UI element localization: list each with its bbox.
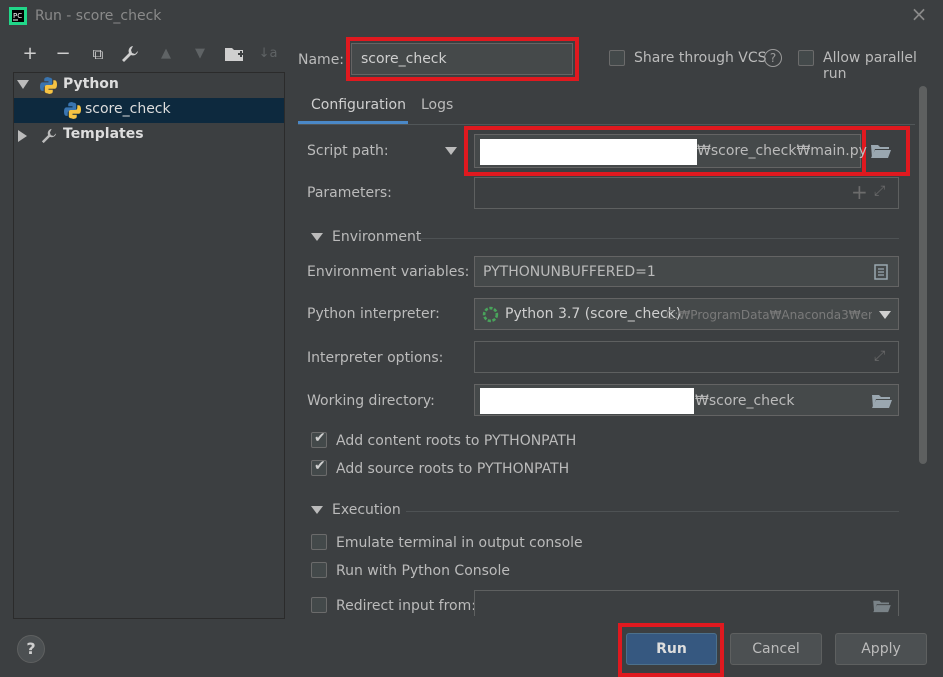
- script-type-dropdown-icon[interactable]: [445, 147, 457, 155]
- redirect-input-label: Redirect input from:: [336, 598, 476, 614]
- parameters-label: Parameters:: [307, 185, 392, 201]
- apply-button[interactable]: Apply: [835, 633, 927, 665]
- tab-configuration[interactable]: Configuration: [311, 97, 406, 113]
- tree-item-label: Templates: [63, 126, 144, 142]
- help-small-icon[interactable]: ?: [764, 49, 782, 67]
- execution-section-title: Execution: [332, 502, 401, 518]
- run-button[interactable]: Run: [626, 633, 717, 665]
- tree-item-label: Python: [63, 76, 119, 92]
- add-icon[interactable]: +: [18, 42, 42, 66]
- add-content-roots-checkbox[interactable]: ✔: [311, 430, 327, 448]
- expand-icon[interactable]: ⤢: [874, 348, 885, 364]
- expand-triangle-icon[interactable]: [17, 80, 29, 89]
- checkmark-icon: ✔: [314, 430, 326, 446]
- remove-icon[interactable]: −: [51, 42, 75, 66]
- loading-spinner-icon: [482, 306, 499, 323]
- folder-add-icon[interactable]: [225, 46, 245, 62]
- name-input[interactable]: score_check: [351, 43, 573, 75]
- emulate-terminal-label: Emulate terminal in output console: [336, 535, 583, 551]
- redirect-input-checkbox[interactable]: [311, 597, 327, 613]
- python-icon: [64, 102, 81, 119]
- section-divider: [406, 511, 899, 512]
- parameters-input[interactable]: + ⤢: [474, 177, 899, 209]
- collapse-triangle-icon[interactable]: [18, 130, 27, 142]
- env-vars-value: PYTHONUNBUFFERED=1: [483, 264, 656, 280]
- interpreter-label: Python interpreter:: [307, 306, 440, 322]
- window-title: Run - score_check: [35, 8, 162, 24]
- interpreter-select[interactable]: Python 3.7 (score_check) C:₩ProgramData₩…: [474, 298, 899, 330]
- name-label: Name:: [298, 52, 345, 68]
- folder-open-icon[interactable]: [872, 599, 892, 613]
- share-vcs-label: Share through VCS: [634, 50, 767, 66]
- redirect-input-field[interactable]: [474, 590, 899, 616]
- script-path-value: ₩score_check₩main.py: [697, 143, 867, 159]
- interpreter-value: Python 3.7 (score_check): [505, 306, 682, 322]
- add-source-roots-checkbox[interactable]: ✔: [311, 458, 327, 476]
- python-icon: [40, 77, 57, 94]
- working-dir-label: Working directory:: [307, 393, 435, 409]
- copy-icon[interactable]: ⧉: [86, 42, 110, 66]
- environment-section-title: Environment: [332, 229, 422, 245]
- redacted-block: [480, 139, 697, 165]
- tree-item-python[interactable]: Python: [14, 73, 284, 98]
- working-dir-value: ₩score_check: [695, 393, 795, 409]
- move-down-icon[interactable]: ▼: [188, 42, 212, 66]
- allow-parallel-checkbox[interactable]: [798, 50, 814, 66]
- env-vars-input[interactable]: PYTHONUNBUFFERED=1: [474, 256, 899, 287]
- help-button[interactable]: ?: [17, 635, 45, 663]
- move-up-icon[interactable]: ▲: [154, 42, 178, 66]
- add-source-roots-label: Add source roots to PYTHONPATH: [336, 461, 570, 477]
- add-content-roots-label: Add content roots to PYTHONPATH: [336, 433, 577, 449]
- redacted-block: [480, 388, 694, 414]
- run-python-console-label: Run with Python Console: [336, 563, 511, 579]
- expand-icon[interactable]: ⤢: [874, 183, 885, 199]
- working-dir-input[interactable]: ₩score_check: [474, 384, 899, 416]
- folder-open-icon[interactable]: [871, 143, 891, 159]
- pycharm-app-icon: PC: [9, 7, 27, 25]
- document-icon[interactable]: [874, 264, 888, 280]
- env-vars-label: Environment variables:: [307, 264, 470, 280]
- emulate-terminal-checkbox[interactable]: [311, 534, 327, 550]
- script-path-label: Script path:: [307, 143, 389, 159]
- plus-icon[interactable]: +: [851, 180, 868, 204]
- environment-collapse-icon[interactable]: [311, 233, 323, 241]
- sort-icon[interactable]: ↓a: [256, 42, 280, 66]
- tree-item-label: score_check: [85, 101, 171, 117]
- interp-options-label: Interpreter options:: [307, 350, 444, 366]
- share-vcs-checkbox[interactable]: [609, 50, 625, 66]
- wrench-icon[interactable]: [121, 45, 139, 63]
- interp-options-input[interactable]: ⤢: [474, 341, 899, 373]
- tab-logs[interactable]: Logs: [421, 97, 453, 113]
- folder-open-icon[interactable]: [872, 393, 892, 409]
- vertical-scrollbar[interactable]: [919, 86, 927, 464]
- tree-item-score-check[interactable]: score_check: [14, 98, 284, 123]
- execution-collapse-icon[interactable]: [311, 506, 323, 514]
- tree-item-templates[interactable]: Templates: [14, 123, 284, 148]
- close-icon[interactable]: ×: [908, 3, 930, 25]
- script-path-input[interactable]: ₩score_check₩main.py: [474, 134, 867, 168]
- checkmark-icon: ✔: [314, 458, 326, 474]
- allow-parallel-label: Allow parallel run: [823, 50, 917, 82]
- section-divider: [420, 238, 899, 239]
- chevron-down-icon[interactable]: [879, 311, 891, 319]
- interpreter-path: C:₩ProgramData₩Anaconda3₩env: [666, 308, 872, 322]
- cancel-button[interactable]: Cancel: [730, 633, 822, 665]
- run-python-console-checkbox[interactable]: [311, 562, 327, 578]
- svg-text:PC: PC: [13, 12, 22, 20]
- wrench-icon: [41, 128, 57, 144]
- run-config-tree: Python score_check Templates: [13, 72, 285, 619]
- name-value: score_check: [361, 51, 447, 67]
